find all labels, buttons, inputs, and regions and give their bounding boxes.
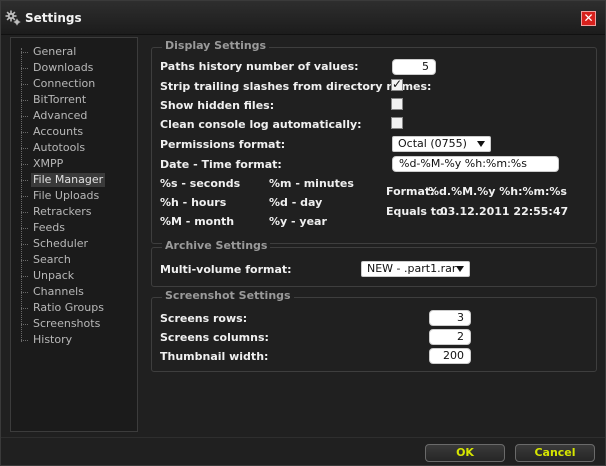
- settings-window: Settings ✕ General Downloads Connection Bit…: [0, 0, 606, 466]
- tree-connector: [21, 84, 28, 85]
- sidebar-item-label: Channels: [33, 285, 84, 298]
- check-icon: ✓: [392, 77, 403, 91]
- sidebar-item-label: Autotools: [33, 141, 86, 154]
- tree-guide-line: [21, 48, 22, 342]
- archive-settings-group: Archive Settings Multi-volume format: NE…: [151, 239, 597, 287]
- equals-value: 03.12.2011 22:55:47: [440, 205, 569, 218]
- tree-connector: [21, 276, 28, 277]
- paths-history-input[interactable]: 5: [392, 59, 436, 75]
- tree-connector: [21, 212, 28, 213]
- window-title: Settings: [25, 11, 82, 25]
- screens-columns-label: Screens columns:: [160, 331, 269, 344]
- tree-connector: [21, 340, 28, 341]
- tree-connector: [21, 260, 28, 261]
- screenshot-settings-group: Screenshot Settings Screens rows: 3 Scre…: [151, 289, 597, 372]
- sidebar-item-label: Retrackers: [33, 205, 92, 218]
- show-hidden-checkbox[interactable]: [391, 98, 403, 110]
- sidebar-item-label: Unpack: [33, 269, 75, 282]
- tree-connector: [21, 148, 28, 149]
- sidebar-item-label: File Manager: [31, 173, 106, 187]
- settings-nav-tree: General Downloads Connection BitTorrent Adva…: [10, 37, 138, 432]
- sidebar-item-label: History: [33, 333, 73, 346]
- display-settings-group: Display Settings Paths history number of…: [151, 39, 597, 244]
- screens-rows-label: Screens rows:: [160, 312, 248, 325]
- chevron-down-icon: [477, 141, 485, 147]
- datetime-format-label: Date - Time format:: [160, 158, 282, 171]
- clean-console-checkbox[interactable]: [391, 117, 403, 129]
- group-legend: Archive Settings: [162, 239, 271, 252]
- clean-console-label: Clean console log automatically:: [160, 118, 362, 131]
- equals-label: Equals to:: [386, 205, 449, 218]
- gear-icon: [5, 10, 21, 26]
- sidebar-item-label: Feeds: [33, 221, 65, 234]
- sidebar-item-label: Ratio Groups: [33, 301, 104, 314]
- screens-columns-input[interactable]: 2: [429, 329, 471, 345]
- ok-button[interactable]: OK: [425, 444, 505, 462]
- tree-connector: [21, 132, 28, 133]
- datetime-format-input[interactable]: %d-%M-%y %h:%m:%s: [392, 156, 559, 172]
- title-bar[interactable]: Settings ✕: [1, 1, 605, 35]
- show-hidden-label: Show hidden files:: [160, 99, 275, 112]
- thumbnail-width-input[interactable]: 200: [429, 348, 471, 364]
- tree-connector: [21, 244, 28, 245]
- permissions-format-value: Octal (0755): [398, 137, 467, 150]
- chevron-down-icon: [456, 266, 464, 272]
- sidebar-item-label: Screenshots: [33, 317, 101, 330]
- thumbnail-width-label: Thumbnail width:: [160, 350, 269, 363]
- sidebar-item-label: General: [33, 45, 77, 58]
- tree-connector: [21, 228, 28, 229]
- sidebar-item-label: Search: [33, 253, 71, 266]
- sidebar-item-label: File Uploads: [33, 189, 100, 202]
- legend-minutes: %m - minutes: [269, 177, 354, 190]
- tree-connector: [21, 196, 28, 197]
- multivolume-format-value: NEW - .part1.rar: [367, 262, 457, 275]
- group-legend: Display Settings: [162, 39, 270, 52]
- cancel-button[interactable]: Cancel: [515, 444, 595, 462]
- permissions-format-label: Permissions format:: [160, 138, 286, 151]
- tree-connector: [21, 164, 28, 165]
- tree-connector: [21, 308, 28, 309]
- tree-connector: [21, 180, 28, 181]
- tree-connector: [21, 116, 28, 117]
- legend-seconds: %s - seconds: [160, 177, 241, 190]
- tree-connector: [21, 52, 28, 53]
- sidebar-item-label: XMPP: [33, 157, 64, 170]
- format-value: %d.%M.%y %h:%m:%s: [428, 185, 567, 198]
- legend-month: %M - month: [160, 215, 235, 228]
- sidebar-item-label: Advanced: [33, 109, 88, 122]
- legend-day: %d - day: [269, 196, 323, 209]
- footer-divider: [1, 437, 605, 438]
- tree-connector: [21, 100, 28, 101]
- sidebar-item-label: Connection: [33, 77, 96, 90]
- tree-connector: [21, 68, 28, 69]
- sidebar-item-label: Scheduler: [33, 237, 89, 250]
- tree-connector: [21, 292, 28, 293]
- sidebar-item-label: Downloads: [33, 61, 94, 74]
- legend-hours: %h - hours: [160, 196, 227, 209]
- close-button[interactable]: ✕: [581, 11, 596, 26]
- close-icon: ✕: [583, 11, 594, 25]
- legend-year: %y - year: [269, 215, 327, 228]
- multivolume-format-select[interactable]: NEW - .part1.rar: [361, 261, 470, 277]
- paths-history-label: Paths history number of values:: [160, 60, 359, 73]
- group-legend: Screenshot Settings: [162, 289, 294, 302]
- sidebar-item-label: Accounts: [33, 125, 84, 138]
- tree-connector: [21, 324, 28, 325]
- permissions-format-select[interactable]: Octal (0755): [392, 136, 491, 152]
- multivolume-format-label: Multi-volume format:: [160, 263, 292, 276]
- strip-slashes-checkbox[interactable]: ✓: [391, 77, 403, 91]
- screens-rows-input[interactable]: 3: [429, 310, 471, 326]
- sidebar-item-label: BitTorrent: [33, 93, 87, 106]
- file-manager-panel: Display Settings Paths history number of…: [147, 37, 602, 435]
